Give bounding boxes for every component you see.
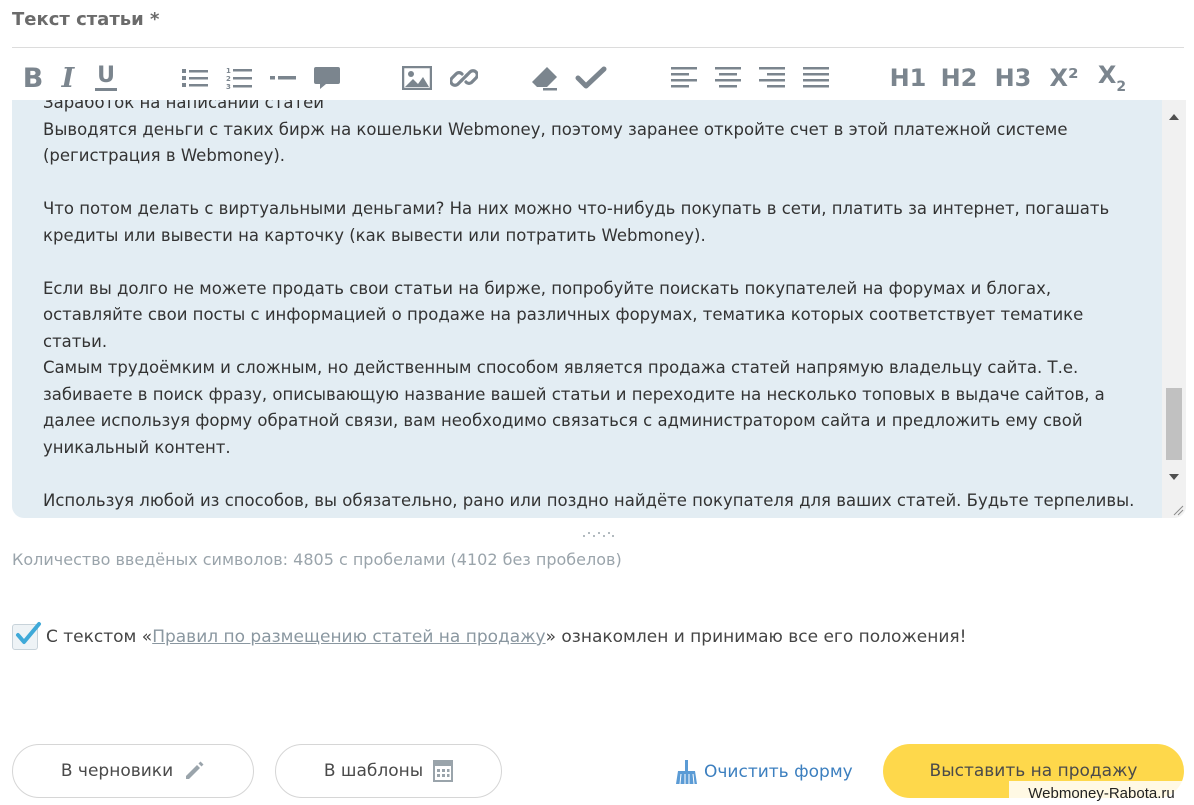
editor-drag-handle-icon[interactable] [582,530,614,538]
comment-button[interactable] [312,58,342,98]
save-template-button[interactable]: В шаблоны [275,744,502,798]
save-template-label: В шаблоны [323,761,424,781]
link-icon [450,69,478,87]
article-text-editor[interactable]: Заработок на написании статей Выводятся … [12,100,1186,518]
resize-grip-icon[interactable] [1172,504,1184,516]
horizontal-rule-button[interactable] [268,58,298,98]
align-justify-button[interactable] [800,58,832,98]
insert-image-button[interactable] [400,58,434,98]
subscript-index: 2 [1116,78,1127,95]
agreement-text-prefix: С текстом « [46,627,153,647]
heading2-icon: H2 [940,64,978,92]
align-center-button[interactable] [712,58,744,98]
save-draft-button[interactable]: В черновики [12,744,254,798]
align-center-icon [715,67,741,88]
clear-format-button[interactable] [530,58,560,98]
clear-form-label: Очистить форму [704,762,853,782]
bullet-list-button[interactable] [180,58,210,98]
scroll-up-arrow-icon[interactable] [1169,114,1179,120]
heading3-icon: H3 [994,64,1032,92]
subscript-button[interactable]: X2 [1094,58,1130,98]
heading3-button[interactable]: H3 [992,58,1034,98]
template-icon [433,760,454,782]
italic-button[interactable]: I [56,58,80,98]
bold-button[interactable]: B [18,58,48,98]
comment-icon [314,67,340,89]
bold-icon: B [22,62,44,94]
clear-form-button[interactable]: Очистить форму [674,758,853,786]
underline-button[interactable]: U [92,58,120,98]
subscript-base: X [1097,60,1117,89]
underline-bar [95,88,117,91]
scroll-down-arrow-icon[interactable] [1169,474,1179,480]
italic-icon: I [61,62,75,94]
editor-toolbar: B I U 123 H1 H2 H3 X² X2 [12,58,1184,98]
agreement-text-suffix: » ознакомлен и принимаю все его положени… [545,627,967,647]
subscript-icon: X2 [1098,63,1126,94]
checkmark-icon [16,622,41,644]
scrollbar-thumb[interactable] [1166,388,1182,460]
broom-icon [674,759,698,785]
character-count: Количество введёных символов: 4805 с про… [12,550,622,569]
insert-link-button[interactable] [448,58,480,98]
numbered-list-icon: 123 [226,67,252,90]
spellcheck-button[interactable] [574,58,608,98]
heading1-button[interactable]: H1 [888,58,928,98]
editor-scrollbar[interactable] [1162,100,1186,518]
checkmark-icon [575,66,607,89]
svg-text:3: 3 [226,83,231,90]
align-right-button[interactable] [756,58,788,98]
save-draft-label: В черновики [60,761,174,781]
put-on-sale-label: Выставить на продажу [929,761,1138,781]
agreement-row: С текстом «Правил по размещению статей н… [12,622,966,652]
site-watermark: Webmoney-Rabota.ru [1009,781,1194,805]
underline-icon: U [97,63,115,88]
align-left-icon [671,67,697,88]
svg-text:2: 2 [226,75,231,83]
bullet-list-icon [182,69,208,87]
editor-content[interactable]: Заработок на написании статей Выводятся … [43,100,1143,514]
image-icon [402,66,432,90]
divider [12,47,1184,48]
article-text-label: Текст статьи * [12,9,160,30]
align-left-button[interactable] [668,58,700,98]
heading1-icon: H1 [889,64,927,92]
superscript-button[interactable]: X² [1046,58,1082,98]
agreement-checkbox[interactable] [12,622,41,650]
eraser-icon [532,67,557,91]
svg-text:1: 1 [226,67,231,75]
align-right-icon [759,67,785,88]
pencil-icon [183,760,205,782]
rules-link[interactable]: Правил по размещению статей на продажу [152,627,545,647]
heading2-button[interactable]: H2 [938,58,980,98]
numbered-list-button[interactable]: 123 [224,58,254,98]
horizontal-rule-icon [270,76,296,80]
align-justify-icon [803,67,829,88]
superscript-icon: X² [1049,64,1079,92]
